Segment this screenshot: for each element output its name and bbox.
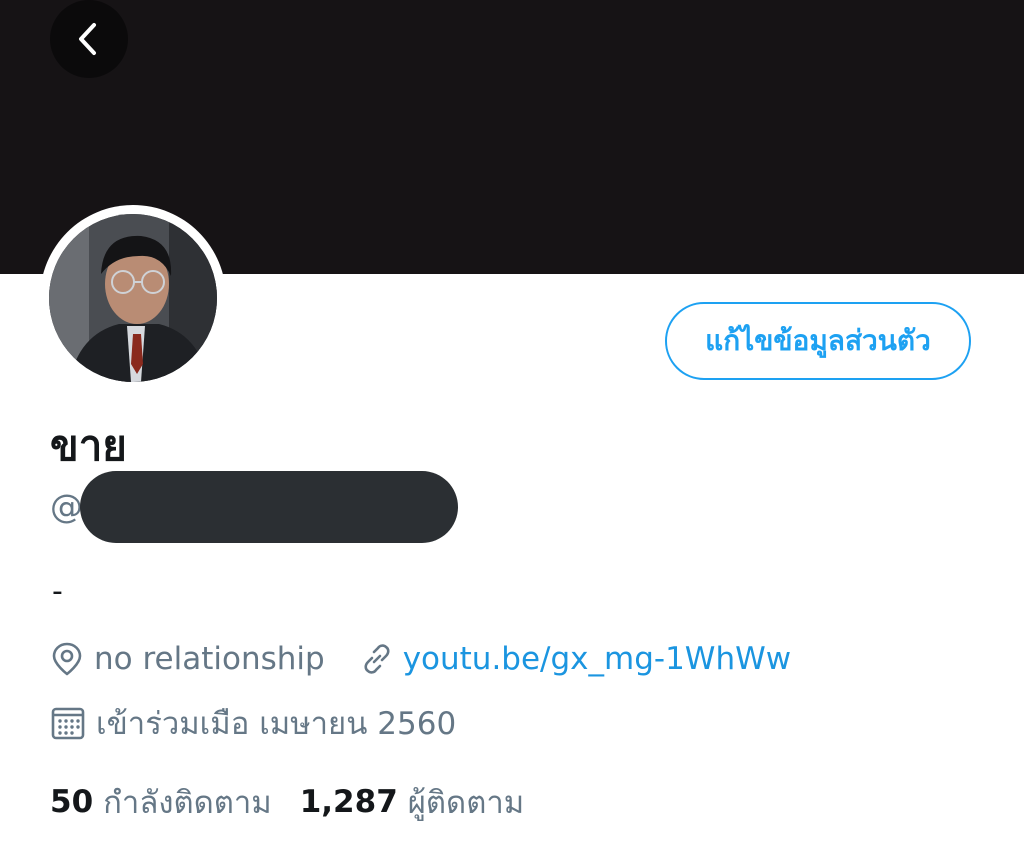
chevron-left-icon — [79, 23, 96, 55]
followers-label: ผู้ติดตาม — [407, 785, 525, 821]
joined-row: เข้าร่วมเมือ เมษายน 2560 — [50, 701, 456, 745]
location-text: no relationship — [94, 641, 325, 677]
back-button[interactable] — [50, 0, 128, 78]
link-icon — [359, 641, 395, 677]
following-label: กำลังติดตาม — [103, 785, 272, 821]
handle-prefix: @ — [50, 487, 83, 526]
avatar[interactable] — [49, 214, 217, 382]
profile-meta-row: no relationship youtu.be/gx_mg-1WhWw — [50, 637, 791, 681]
location-pin-icon — [50, 641, 84, 677]
following-count: 50 — [50, 784, 94, 820]
joined-date: เข้าร่วมเมือ เมษายน 2560 — [96, 706, 457, 742]
bio: - — [52, 574, 63, 609]
avatar-frame — [40, 205, 226, 391]
followers-count: 1,287 — [299, 784, 398, 820]
following-link[interactable]: 50 กำลังติดตาม — [50, 777, 272, 827]
website-link[interactable]: youtu.be/gx_mg-1WhWw — [403, 641, 791, 677]
calendar-icon — [50, 705, 86, 741]
display-name: ขาย — [50, 421, 127, 470]
handle-redaction — [80, 471, 458, 543]
followers-link[interactable]: 1,287 ผู้ติดตาม — [300, 777, 524, 827]
edit-profile-button[interactable]: แก้ไขข้อมูลส่วนตัว — [665, 302, 971, 380]
follow-stats: 50 กำลังติดตาม 1,287 ผู้ติดตาม — [50, 780, 524, 824]
